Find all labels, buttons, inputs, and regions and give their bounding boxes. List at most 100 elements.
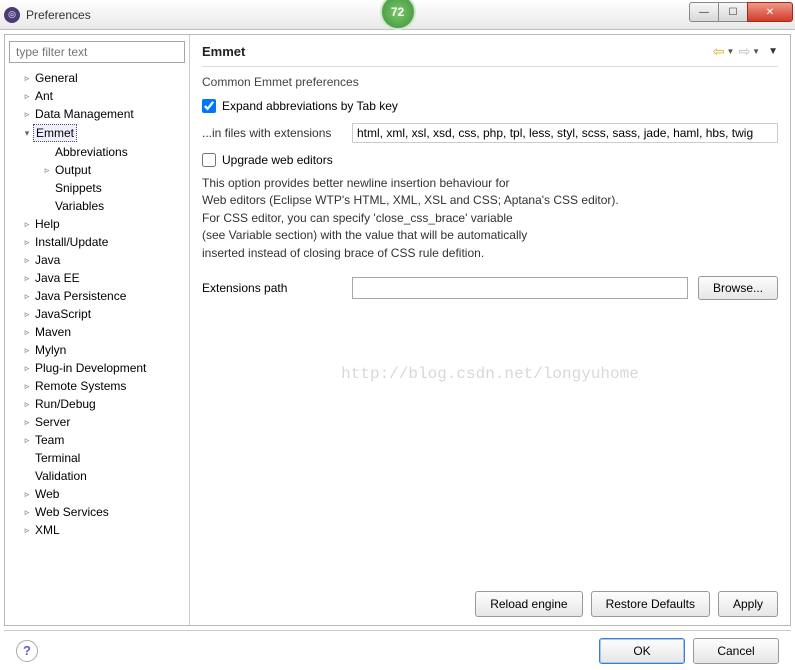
extensions-row: ...in files with extensions — [202, 123, 778, 143]
sidebar: ▹General▹Ant▹Data Management▾EmmetAbbrev… — [5, 35, 190, 625]
tree-item-label: Mylyn — [33, 342, 68, 358]
triangle-right-icon[interactable]: ▹ — [21, 109, 33, 120]
triangle-right-icon[interactable]: ▹ — [21, 237, 33, 248]
tree-item[interactable]: ▹Team — [11, 431, 185, 449]
watermark-text: http://blog.csdn.net/longyuhome — [190, 365, 790, 383]
apply-button[interactable]: Apply — [718, 591, 778, 617]
triangle-right-icon[interactable]: ▹ — [21, 435, 33, 446]
triangle-right-icon[interactable]: ▹ — [21, 489, 33, 500]
tree-item-label: Install/Update — [33, 234, 110, 250]
extensions-path-row: Extensions path Browse... — [202, 276, 778, 300]
tree-item[interactable]: ▹Remote Systems — [11, 377, 185, 395]
tree-item-label: Java Persistence — [33, 288, 128, 304]
tree-item[interactable]: ▹Java EE — [11, 269, 185, 287]
triangle-right-icon[interactable]: ▹ — [21, 363, 33, 374]
close-button[interactable]: ✕ — [747, 2, 793, 22]
tree-item-label: Run/Debug — [33, 396, 98, 412]
tree-item-label: Web Services — [33, 504, 111, 520]
tree-item[interactable]: ▹Mylyn — [11, 341, 185, 359]
triangle-right-icon[interactable]: ▹ — [21, 255, 33, 266]
footer: ? OK Cancel — [4, 630, 791, 670]
filter-input[interactable] — [9, 41, 185, 63]
ok-button[interactable]: OK — [599, 638, 685, 664]
tree-item-label: Server — [33, 414, 72, 430]
triangle-right-icon[interactable]: ▹ — [21, 327, 33, 338]
nav-arrows: ⇦▼ ⇨▼ ▼ — [713, 43, 778, 60]
extensions-label: ...in files with extensions — [202, 126, 352, 140]
triangle-right-icon[interactable]: ▹ — [21, 399, 33, 410]
tree-item[interactable]: ▹General — [11, 69, 185, 87]
notification-badge[interactable]: 72 — [380, 0, 416, 30]
cancel-button[interactable]: Cancel — [693, 638, 779, 664]
tree-item[interactable]: ▹Install/Update — [11, 233, 185, 251]
app-icon: ◎ — [4, 7, 20, 23]
forward-dropdown-icon[interactable]: ▼ — [752, 47, 760, 56]
triangle-right-icon[interactable]: ▹ — [41, 165, 53, 176]
tree-item[interactable]: ▹JavaScript — [11, 305, 185, 323]
preferences-tree[interactable]: ▹General▹Ant▹Data Management▾EmmetAbbrev… — [9, 69, 185, 619]
back-dropdown-icon[interactable]: ▼ — [727, 47, 735, 56]
tree-item-label: Variables — [53, 198, 106, 214]
triangle-right-icon[interactable]: ▹ — [21, 273, 33, 284]
tree-item[interactable]: ▹XML — [11, 521, 185, 539]
tree-item[interactable]: ▹Output — [11, 161, 185, 179]
tree-item[interactable]: ▹Java — [11, 251, 185, 269]
tree-item[interactable]: ▹Help — [11, 215, 185, 233]
tree-item[interactable]: ▾Emmet — [11, 123, 185, 143]
back-icon[interactable]: ⇦ — [713, 43, 725, 60]
triangle-right-icon[interactable]: ▹ — [21, 525, 33, 536]
view-menu-icon[interactable]: ▼ — [768, 46, 778, 57]
upgrade-editors-label[interactable]: Upgrade web editors — [222, 153, 333, 167]
browse-button[interactable]: Browse... — [698, 276, 778, 300]
triangle-right-icon[interactable]: ▹ — [21, 309, 33, 320]
maximize-button[interactable]: ☐ — [718, 2, 748, 22]
triangle-right-icon[interactable]: ▹ — [21, 291, 33, 302]
tree-item[interactable]: ▹Run/Debug — [11, 395, 185, 413]
help-icon[interactable]: ? — [16, 640, 38, 662]
tree-item-label: XML — [33, 522, 62, 538]
tree-item-label: Terminal — [33, 450, 82, 466]
tree-item[interactable]: Snippets — [11, 179, 185, 197]
tree-item-label: Plug-in Development — [33, 360, 148, 376]
triangle-right-icon[interactable]: ▹ — [21, 345, 33, 356]
triangle-right-icon[interactable]: ▹ — [21, 381, 33, 392]
upgrade-editors-checkbox[interactable] — [202, 153, 216, 167]
tree-item[interactable]: ▹Server — [11, 413, 185, 431]
triangle-right-icon[interactable]: ▹ — [21, 417, 33, 428]
triangle-down-icon[interactable]: ▾ — [21, 128, 33, 139]
tree-item[interactable]: ▹Ant — [11, 87, 185, 105]
tree-item-label: Emmet — [33, 124, 77, 142]
section-title: Common Emmet preferences — [202, 75, 778, 89]
tree-item-label: Ant — [33, 88, 55, 104]
tree-item-label: Validation — [33, 468, 89, 484]
content-button-bar: Reload engine Restore Defaults Apply — [202, 581, 778, 617]
expand-abbrev-checkbox[interactable] — [202, 99, 216, 113]
forward-icon[interactable]: ⇨ — [738, 43, 750, 60]
expand-abbrev-label[interactable]: Expand abbreviations by Tab key — [222, 99, 398, 113]
reload-engine-button[interactable]: Reload engine — [475, 591, 582, 617]
tree-item[interactable]: Validation — [11, 467, 185, 485]
triangle-right-icon[interactable]: ▹ — [21, 73, 33, 84]
minimize-button[interactable]: — — [689, 2, 719, 22]
tree-item-label: Java EE — [33, 270, 82, 286]
extensions-path-input[interactable] — [352, 277, 688, 299]
triangle-right-icon[interactable]: ▹ — [21, 219, 33, 230]
tree-item[interactable]: ▹Java Persistence — [11, 287, 185, 305]
expand-abbrev-row: Expand abbreviations by Tab key — [202, 99, 778, 113]
triangle-right-icon[interactable]: ▹ — [21, 507, 33, 518]
triangle-right-icon[interactable]: ▹ — [21, 91, 33, 102]
tree-item[interactable]: Abbreviations — [11, 143, 185, 161]
tree-item-label: JavaScript — [33, 306, 93, 322]
tree-item[interactable]: Variables — [11, 197, 185, 215]
tree-item[interactable]: ▹Data Management — [11, 105, 185, 123]
content-panel: Emmet ⇦▼ ⇨▼ ▼ Common Emmet preferences E… — [190, 35, 790, 625]
tree-item-label: Snippets — [53, 180, 104, 196]
tree-item[interactable]: Terminal — [11, 449, 185, 467]
page-title: Emmet — [202, 44, 245, 59]
extensions-input[interactable] — [352, 123, 778, 143]
tree-item[interactable]: ▹Web Services — [11, 503, 185, 521]
restore-defaults-button[interactable]: Restore Defaults — [591, 591, 710, 617]
tree-item[interactable]: ▹Web — [11, 485, 185, 503]
tree-item[interactable]: ▹Maven — [11, 323, 185, 341]
tree-item[interactable]: ▹Plug-in Development — [11, 359, 185, 377]
